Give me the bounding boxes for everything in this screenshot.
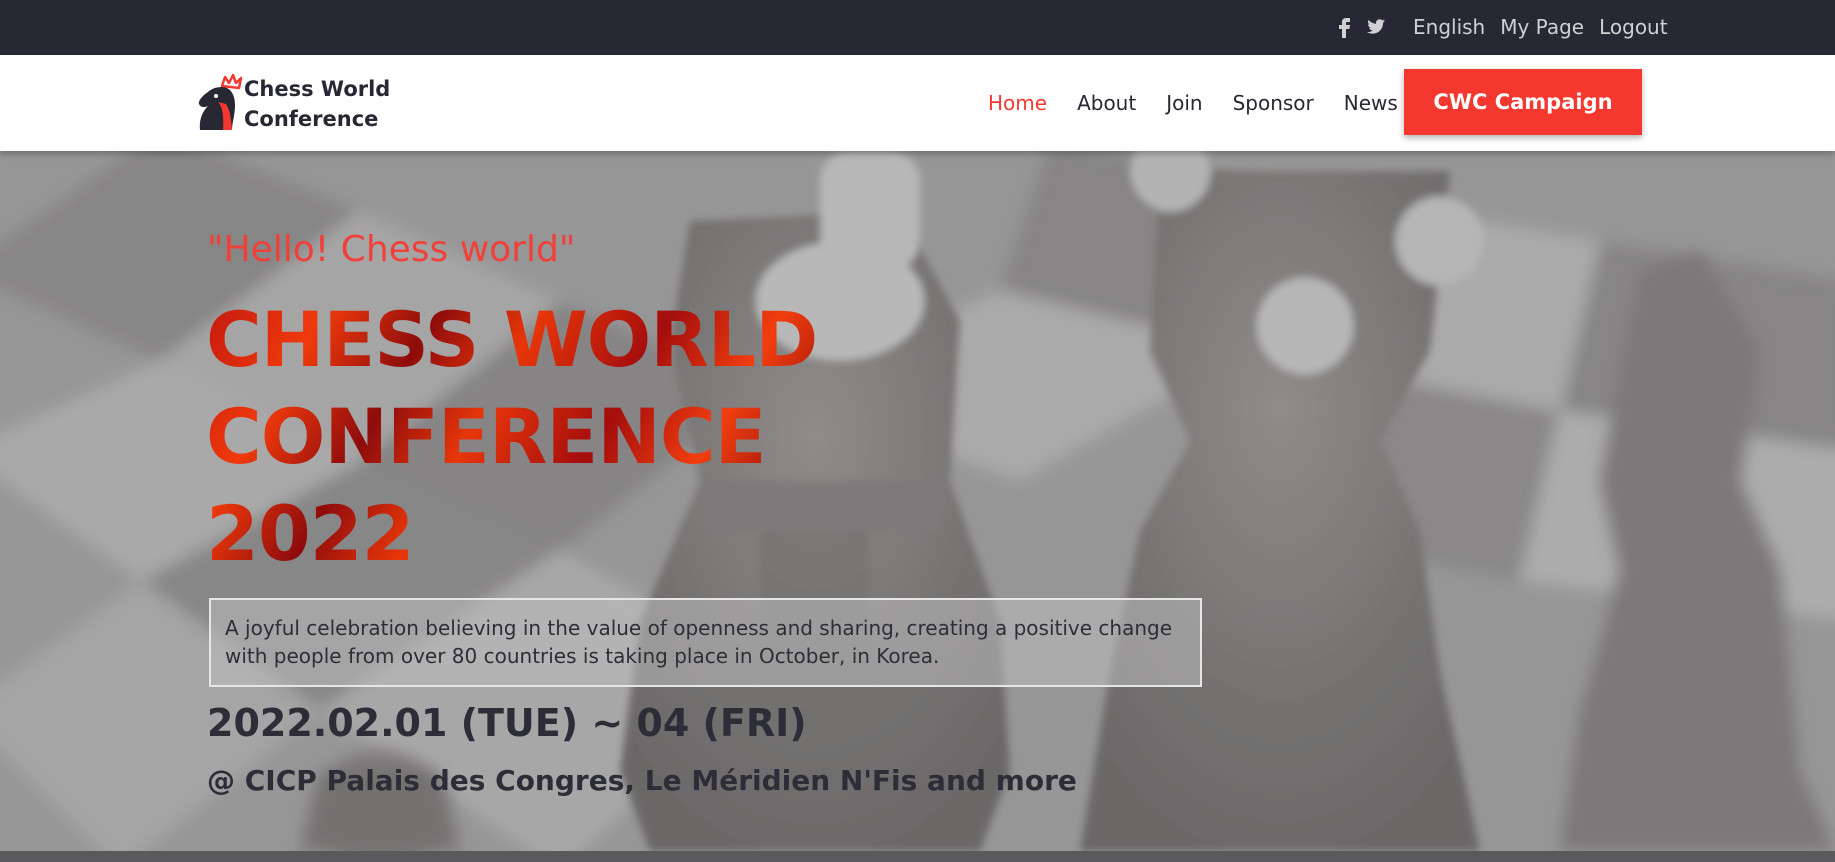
main-nav: Home About Join Sponsor News	[988, 91, 1398, 115]
social-links	[1333, 14, 1387, 38]
hero-title-line3: 2022	[206, 489, 414, 578]
event-venue: @ CICP Palais des Congres, Le Méridien N…	[207, 764, 1077, 797]
event-date: 2022.02.01 (TUE) ~ 04 (FRI)	[207, 701, 807, 745]
account-links: English My Page Logout	[1413, 15, 1668, 39]
site-logo[interactable]: Chess World Conference	[192, 72, 392, 136]
nav-item-about[interactable]: About	[1077, 91, 1136, 115]
nav-item-join[interactable]: Join	[1166, 91, 1202, 115]
twitter-icon[interactable]	[1365, 14, 1387, 38]
logout-link[interactable]: Logout	[1599, 15, 1667, 39]
logo-text: Chess World Conference	[244, 74, 390, 134]
top-utility-bar: English My Page Logout	[0, 0, 1835, 55]
hero-title-line1: CHESS WORLD	[206, 295, 818, 384]
language-link[interactable]: English	[1413, 15, 1485, 39]
hero-tagline: "Hello! Chess world"	[207, 229, 576, 270]
nav-item-news[interactable]: News	[1344, 91, 1398, 115]
logo-text-line1: Chess World	[244, 77, 391, 101]
hero-section: "Hello! Chess world" CHESS WORLD CONFERE…	[0, 151, 1835, 851]
hero-title: CHESS WORLD CONFERENCE 2022	[206, 291, 906, 582]
cwc-campaign-button[interactable]: CWC Campaign	[1404, 69, 1642, 135]
hero-title-line2: CONFERENCE	[206, 392, 766, 481]
logo-text-line2: Conference	[244, 107, 379, 131]
facebook-icon[interactable]	[1333, 14, 1355, 38]
my-page-link[interactable]: My Page	[1500, 15, 1584, 39]
section-divider	[0, 851, 1835, 862]
hero-description: A joyful celebration believing in the va…	[209, 598, 1202, 687]
main-header: Chess World Conference Home About Join S…	[0, 55, 1835, 151]
nav-item-home[interactable]: Home	[988, 91, 1047, 115]
nav-item-sponsor[interactable]: Sponsor	[1233, 91, 1314, 115]
chess-knight-logo-icon	[192, 72, 250, 136]
